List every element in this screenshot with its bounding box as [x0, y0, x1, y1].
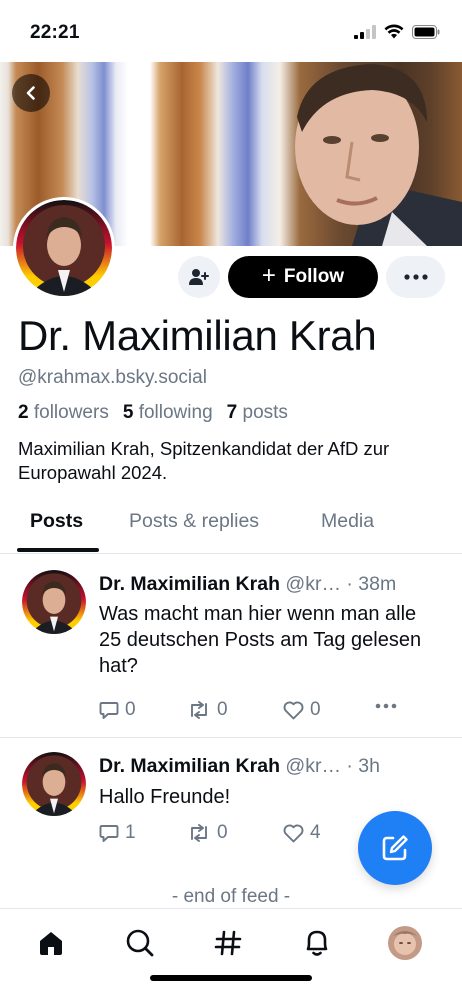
- like-count: 0: [310, 699, 321, 720]
- chevron-left-icon: [26, 86, 35, 100]
- repost-count: 0: [217, 822, 228, 843]
- post-author-handle: @kr…: [285, 573, 341, 595]
- follow-button[interactable]: + Follow: [228, 256, 378, 298]
- reply-count: 0: [125, 699, 136, 720]
- avatar-image: [16, 200, 112, 296]
- home-icon: [40, 932, 62, 955]
- avatar-image: [22, 570, 86, 634]
- compose-post-button[interactable]: [358, 811, 432, 885]
- post-item[interactable]: Dr. Maximilian Krah @kr… · 38m Was macht…: [0, 554, 462, 738]
- heart-icon: [283, 824, 304, 842]
- reply-count: 1: [125, 822, 136, 843]
- repost-icon: [191, 701, 207, 719]
- profile-stats: 2 followers 5 following 7 posts: [18, 402, 288, 424]
- post-author-avatar[interactable]: [22, 752, 86, 816]
- banner-portrait: [295, 64, 462, 246]
- ellipsis-icon: [403, 274, 428, 280]
- add-to-list-button[interactable]: [178, 256, 220, 298]
- status-bar: 22:21: [0, 0, 462, 62]
- hashtag-icon: [214, 930, 242, 956]
- post-author-name[interactable]: Dr. Maximilian Krah: [99, 573, 280, 595]
- post-more-button[interactable]: [375, 703, 397, 709]
- reply-button[interactable]: 0: [99, 699, 136, 721]
- followers-label: followers: [33, 402, 109, 423]
- tab-posts[interactable]: Posts: [30, 510, 83, 533]
- posts-count: 7: [226, 402, 238, 423]
- more-options-button[interactable]: [386, 256, 445, 298]
- following-label: following: [138, 402, 213, 423]
- tab-posts-and-replies[interactable]: Posts & replies: [129, 510, 259, 533]
- post-author-name[interactable]: Dr. Maximilian Krah: [99, 755, 280, 777]
- post-header: Dr. Maximilian Krah @kr… · 3h: [99, 755, 380, 778]
- profile-handle: @krahmax.bsky.social: [18, 367, 207, 388]
- profile-tabs: Posts Posts & replies Media: [0, 500, 462, 554]
- repost-icon: [191, 824, 207, 842]
- reply-icon: [99, 824, 119, 842]
- followers-count: 2: [18, 402, 29, 423]
- bottom-nav: [0, 908, 462, 1000]
- post-text: Was macht man hier wenn man alle 25 deut…: [99, 603, 422, 677]
- plus-icon: +: [261, 262, 276, 289]
- reply-icon: [99, 701, 119, 719]
- bell-icon: [306, 930, 328, 956]
- heart-icon: [283, 701, 304, 719]
- repost-button[interactable]: 0: [187, 822, 228, 844]
- profile-avatar[interactable]: [13, 197, 115, 299]
- home-indicator: [150, 975, 312, 981]
- end-of-feed: - end of feed -: [171, 886, 291, 907]
- reply-button[interactable]: 1: [99, 822, 136, 844]
- status-icons: [354, 24, 440, 39]
- person-add-icon: [189, 269, 209, 285]
- like-button[interactable]: 0: [283, 699, 321, 721]
- followers-stat[interactable]: 2 followers: [18, 402, 109, 424]
- avatar-image: [22, 752, 86, 816]
- repost-count: 0: [217, 699, 228, 720]
- nav-search[interactable]: [120, 923, 160, 963]
- posts-label: posts: [242, 402, 288, 423]
- repost-button[interactable]: 0: [187, 699, 228, 721]
- following-stat[interactable]: 5 following: [123, 402, 213, 424]
- nav-feeds[interactable]: [208, 923, 248, 963]
- post-author-handle: @kr…: [285, 755, 341, 777]
- compose-icon: [382, 835, 408, 861]
- post-timestamp: · 38m: [346, 573, 397, 595]
- user-avatar: [388, 926, 422, 960]
- nav-notifications[interactable]: [297, 923, 337, 963]
- search-icon: [126, 929, 154, 957]
- follow-label: Follow: [283, 266, 345, 287]
- wifi-icon: [384, 24, 404, 39]
- status-time: 22:21: [30, 22, 80, 43]
- nav-home[interactable]: [31, 923, 71, 963]
- post-actions: 0 0 0: [99, 699, 419, 723]
- signal-icon: [354, 24, 376, 39]
- posts-stat: 7 posts: [227, 402, 288, 424]
- tab-media[interactable]: Media: [321, 510, 374, 533]
- like-button[interactable]: 4: [283, 822, 321, 844]
- nav-profile[interactable]: [385, 923, 425, 963]
- post-author-avatar[interactable]: [22, 570, 86, 634]
- battery-icon: [412, 24, 440, 39]
- profile-bio: Maximilian Krah, Spitzenkandidat der AfD…: [18, 438, 390, 483]
- display-name: Dr. Maximilian Krah: [18, 312, 377, 359]
- like-count: 4: [310, 822, 321, 843]
- post-timestamp: · 3h: [346, 755, 380, 777]
- post-text: Hallo Freunde!: [99, 786, 231, 808]
- post-header: Dr. Maximilian Krah @kr… · 38m: [99, 573, 396, 596]
- active-tab-indicator: [17, 548, 99, 552]
- ellipsis-icon: [375, 703, 397, 709]
- following-count: 5: [122, 402, 134, 423]
- back-button[interactable]: [12, 74, 50, 112]
